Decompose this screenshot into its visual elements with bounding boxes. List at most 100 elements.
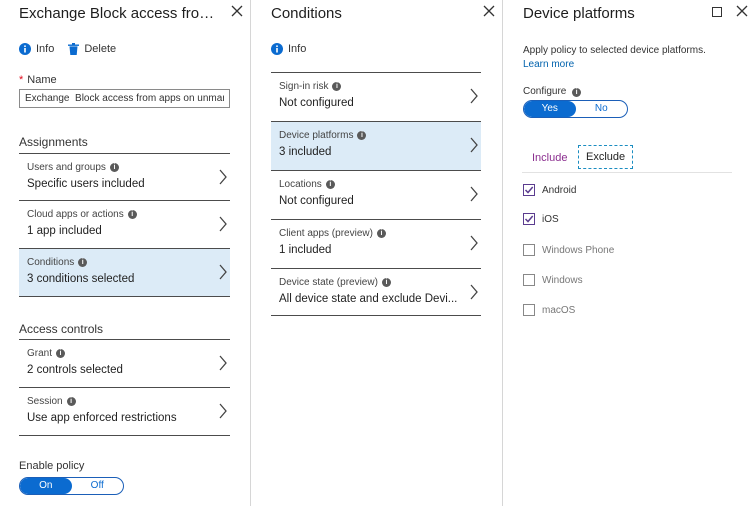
platform-windows[interactable]: Windows [523,274,583,286]
row-label: Device state (preview) [279,277,378,288]
configure-label-text: Configure [523,86,567,97]
assignments-header: Assignments [19,135,88,149]
info-icon: i [78,258,88,267]
info-icon: i [357,131,367,140]
session-row[interactable]: Session i Use app enforced restrictions [19,387,230,436]
platform-android[interactable]: Android [523,184,576,196]
row-value: 2 controls selected [27,364,123,376]
platform-label: Windows [542,274,583,286]
row-value: Not configured [279,195,354,207]
toggle-no[interactable]: No [576,101,628,117]
info-icon: i [332,82,342,91]
delete-label: Delete [84,43,117,55]
checkbox[interactable] [523,274,535,286]
close-icon[interactable] [230,4,246,20]
name-field-label: * Name [19,74,57,86]
info-label: Info [288,43,307,55]
enable-policy-toggle[interactable]: On Off [19,477,124,495]
row-label: Locations [279,179,322,190]
row-value: Use app enforced restrictions [27,412,177,424]
chevron-right-icon [219,216,227,232]
info-icon [271,43,283,55]
row-value: 3 conditions selected [27,273,135,285]
chevron-right-icon [470,284,478,300]
checkbox[interactable] [523,213,535,225]
grant-row[interactable]: Grant i 2 controls selected [19,339,230,385]
info-label: Info [36,43,55,55]
info-icon: i [572,88,582,97]
command-bar: Info Delete [19,43,130,55]
command-bar: Info [271,43,320,55]
row-value: 3 included [279,146,332,158]
info-icon: i [66,397,76,406]
checkbox[interactable] [523,244,535,256]
check-icon [524,215,534,223]
trash-icon [68,43,80,55]
platform-label: Android [542,184,577,196]
blade-title: Conditions [271,5,342,22]
client-apps-row[interactable]: Client apps (preview) i 1 included [271,219,481,268]
platform-ios[interactable]: iOS [523,213,559,225]
checkbox[interactable] [523,184,535,196]
delete-button[interactable]: Delete [68,43,116,55]
sign-in-risk-row[interactable]: Sign-in risk i Not configured [271,72,481,121]
users-groups-row[interactable]: Users and groups i Specific users include… [19,153,230,199]
row-label: Conditions [27,257,75,268]
row-value: Specific users included [27,178,145,190]
check-icon [524,186,534,194]
row-label: Cloud apps or actions [27,209,124,220]
info-icon: i [381,278,391,287]
chevron-right-icon [470,235,478,251]
description-text: Apply policy to selected device platform… [523,45,706,56]
checkbox[interactable] [523,304,535,316]
row-value: 1 app included [27,225,102,237]
blade-title: Exchange Block access from a... [19,5,224,22]
info-icon: i [127,210,137,219]
chevron-right-icon [219,264,227,280]
maximize-icon[interactable] [712,7,722,17]
row-value: Not configured [279,97,354,109]
device-state-row[interactable]: Device state (preview) i All device state… [271,268,481,316]
close-icon[interactable] [735,4,751,20]
configure-toggle[interactable]: Yes No [523,100,628,118]
platform-windows-phone[interactable]: Windows Phone [523,244,614,256]
row-label: Device platforms [279,130,354,141]
chevron-right-icon [470,137,478,153]
info-button[interactable]: Info [19,43,54,55]
access-controls-header: Access controls [19,322,104,336]
info-icon: i [376,229,386,238]
close-icon[interactable] [482,4,498,20]
chevron-right-icon [470,88,478,104]
conditions-row[interactable]: Conditions i 3 conditions selected [19,248,230,297]
device-platforms-row[interactable]: Device platforms i 3 included [271,121,481,170]
enable-policy-label: Enable policy [19,460,85,472]
locations-row[interactable]: Locations i Not configured [271,170,481,219]
toggle-off[interactable]: Off [72,478,124,494]
tab-exclude[interactable]: Exclude [578,145,634,169]
policy-name-input[interactable] [19,89,230,108]
required-marker: * [19,74,24,86]
row-value: All device state and exclude Devi... [279,293,458,305]
learn-more-link[interactable]: Learn more [523,59,574,70]
platform-label: iOS [542,213,559,225]
row-value: 1 included [279,244,332,256]
device-platforms-title: Device platforms [523,5,635,22]
info-button[interactable]: Info [271,43,306,55]
chevron-right-icon [219,403,227,419]
policy-blade: Exchange Block access from a... Info Del… [0,0,250,506]
row-label: Sign-in risk [279,81,329,92]
chevron-right-icon [219,355,227,371]
tab-include[interactable]: Include [532,152,567,164]
conditions-blade: Conditions Info Sign-in risk i Not config… [251,0,502,506]
toggle-on[interactable]: On [20,478,72,494]
configure-label: Configure i [523,86,582,97]
cloud-apps-row[interactable]: Cloud apps or actions i 1 app included [19,200,230,246]
platform-macos[interactable]: macOS [523,304,575,316]
row-label: Grant [27,348,53,359]
row-label: Session [27,396,63,407]
chevron-right-icon [219,169,227,185]
toggle-yes[interactable]: Yes [524,101,576,117]
name-label-text: Name [27,74,57,86]
chevron-right-icon [470,186,478,202]
info-icon: i [56,349,66,358]
